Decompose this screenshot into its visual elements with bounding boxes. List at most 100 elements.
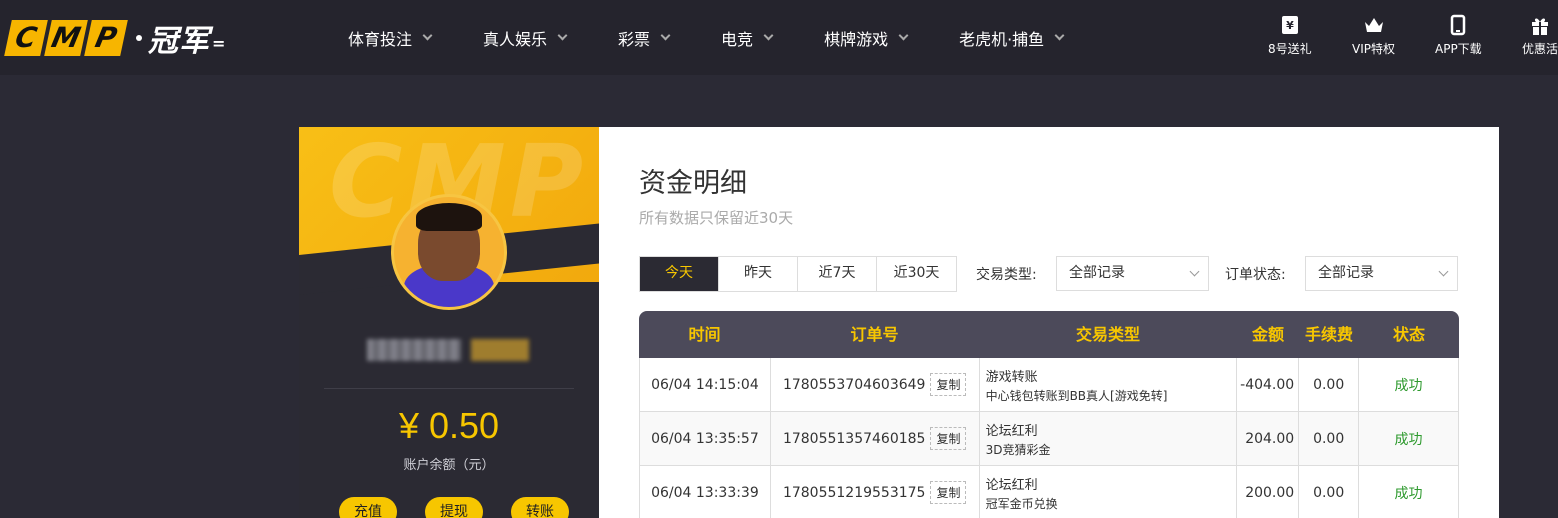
table-row: 06/04 13:35:57 1780551357460185 复制 论坛红利 … <box>639 412 1459 466</box>
top-navigation-bar: C M P 冠军 = 体育投注 真人娱乐 彩票 电竞 棋牌游戏 老虎机·捕鱼 ¥… <box>0 0 1558 75</box>
table-header: 时间 订单号 交易类型 金额 手续费 状态 <box>639 311 1459 358</box>
deposit-button[interactable]: 充值 <box>339 497 397 518</box>
nav-item-sports[interactable]: 体育投注 <box>348 26 433 50</box>
vip-level-redacted <box>471 339 529 361</box>
account-actions: 充值 提现 转账 <box>339 497 569 518</box>
quick-link-label: 8号送礼 <box>1268 42 1312 56</box>
nav-item-label: 真人娱乐 <box>483 29 548 49</box>
nav-item-esports[interactable]: 电竞 <box>721 26 774 50</box>
date-range-tabs: 今天 昨天 近7天 近30天 <box>639 256 957 292</box>
transaction-type-label: 交易类型: <box>976 267 1037 283</box>
order-number: 1780551219553175 <box>782 484 926 501</box>
yen-ticket-icon: ¥ <box>1281 16 1298 34</box>
cell-type: 论坛红利 3D竞猜彩金 <box>980 412 1238 465</box>
chevron-down-icon <box>557 30 568 41</box>
logo-letter-p: P <box>84 20 128 56</box>
nav-item-label: 棋牌游戏 <box>824 29 889 49</box>
order-status-label: 订单状态: <box>1225 267 1286 283</box>
copy-button[interactable]: 复制 <box>930 373 967 396</box>
logo-letter-m: M <box>44 20 88 56</box>
table-row: 06/04 13:33:39 1780551219553175 复制 论坛红利 … <box>639 466 1459 518</box>
cell-fee: 0.00 <box>1299 358 1360 411</box>
avatar[interactable] <box>391 194 507 310</box>
order-status-select[interactable]: 全部记录 <box>1305 256 1458 291</box>
nav-item-live-casino[interactable]: 真人娱乐 <box>483 26 568 50</box>
cell-amount: 204.00 <box>1237 412 1300 465</box>
order-number: 1780553704603649 <box>782 376 926 393</box>
chevron-down-icon <box>763 30 774 41</box>
brand-logo[interactable]: C M P 冠军 = <box>4 16 226 60</box>
transaction-detail: 中心钱包转账到BB真人[游戏免转] <box>985 388 1168 403</box>
chevron-down-icon <box>660 30 671 41</box>
cell-order: 1780553704603649 复制 <box>771 358 980 411</box>
phone-icon <box>1451 14 1466 36</box>
chevron-down-icon <box>1054 30 1065 41</box>
transaction-type-value: 全部记录 <box>1069 265 1125 281</box>
column-header-amount: 金额 <box>1251 325 1284 344</box>
quick-link-vip[interactable]: VIP特权 <box>1352 14 1395 57</box>
table-row: 06/04 14:15:04 1780553704603649 复制 游戏转账 … <box>639 358 1459 412</box>
logo-dot <box>136 35 142 41</box>
nav-item-slots-fishing[interactable]: 老虎机·捕鱼 <box>959 26 1065 50</box>
tab-yesterday[interactable]: 昨天 <box>719 257 798 291</box>
transaction-detail: 3D竞猜彩金 <box>985 442 1051 457</box>
crown-icon <box>1364 18 1383 32</box>
chevron-down-icon <box>1438 266 1449 277</box>
column-header-time: 时间 <box>688 325 721 344</box>
quick-link-app-download[interactable]: APP下载 <box>1435 14 1482 57</box>
column-header-order: 订单号 <box>850 325 899 344</box>
cell-fee: 0.00 <box>1299 466 1360 518</box>
transaction-type: 论坛红利 <box>985 477 1038 493</box>
logo-tail: = <box>212 33 226 53</box>
nav-item-card-games[interactable]: 棋牌游戏 <box>824 26 909 50</box>
logo-text: 冠军 <box>148 24 210 59</box>
cell-amount: -404.00 <box>1237 358 1300 411</box>
transaction-detail: 冠军金币兑换 <box>985 496 1058 511</box>
cell-order: 1780551219553175 复制 <box>771 466 980 518</box>
column-header-type: 交易类型 <box>1075 325 1140 344</box>
nav-item-label: 电竞 <box>721 29 754 49</box>
main-nav: 体育投注 真人娱乐 彩票 电竞 棋牌游戏 老虎机·捕鱼 <box>348 0 1115 75</box>
quick-link-label: APP下载 <box>1435 42 1482 56</box>
copy-button[interactable]: 复制 <box>930 481 967 504</box>
quick-link-promotions[interactable]: 优惠活 <box>1522 14 1558 57</box>
copy-button[interactable]: 复制 <box>930 427 967 450</box>
nav-item-lottery[interactable]: 彩票 <box>618 26 671 50</box>
column-header-status: 状态 <box>1392 325 1425 344</box>
fund-details-panel: 资金明细 所有数据只保留近30天 今天 昨天 近7天 近30天 交易类型: 全部… <box>599 127 1499 518</box>
cell-status: 成功 <box>1359 466 1459 518</box>
cell-time: 06/04 14:15:04 <box>640 358 771 411</box>
withdraw-button[interactable]: 提现 <box>425 497 483 518</box>
cell-status: 成功 <box>1359 412 1459 465</box>
transactions-table: 时间 订单号 交易类型 金额 手续费 状态 06/04 14:15:04 178… <box>639 311 1459 518</box>
quick-link-label: VIP特权 <box>1352 42 1395 56</box>
quick-link-gift-8[interactable]: ¥ 8号送礼 <box>1268 14 1312 57</box>
tab-last-7-days[interactable]: 近7天 <box>798 257 877 291</box>
chevron-down-icon <box>422 30 433 41</box>
nav-item-label: 体育投注 <box>348 29 413 49</box>
username-redacted <box>367 339 461 361</box>
column-header-fee: 手续费 <box>1304 325 1353 344</box>
quick-link-label: 优惠活 <box>1522 42 1558 56</box>
tab-last-30-days[interactable]: 近30天 <box>877 257 956 291</box>
panel-divider <box>324 388 574 389</box>
cell-time: 06/04 13:33:39 <box>640 466 771 518</box>
transaction-type-select[interactable]: 全部记录 <box>1056 256 1209 291</box>
tab-today[interactable]: 今天 <box>640 257 719 291</box>
user-panel: CMP ¥ 0.50 账户余额（元） 充值 提现 转账 <box>299 127 599 518</box>
cell-fee: 0.00 <box>1299 412 1360 465</box>
page-subtitle: 所有数据只保留近30天 <box>639 209 794 227</box>
logo-letters: C M P <box>4 20 128 56</box>
logo-letter-c: C <box>4 20 48 56</box>
transaction-type: 游戏转账 <box>985 369 1038 385</box>
cell-order: 1780551357460185 复制 <box>771 412 980 465</box>
order-number: 1780551357460185 <box>782 430 926 447</box>
svg-text:¥: ¥ <box>1286 19 1294 32</box>
cell-type: 游戏转账 中心钱包转账到BB真人[游戏免转] <box>980 358 1238 411</box>
gift-icon <box>1532 18 1548 35</box>
transfer-button[interactable]: 转账 <box>511 497 569 518</box>
chevron-down-icon <box>898 30 909 41</box>
account-balance-label: 账户余额（元） <box>403 458 495 473</box>
status-badge: 成功 <box>1394 485 1423 502</box>
cell-type: 论坛红利 冠军金币兑换 <box>980 466 1238 518</box>
